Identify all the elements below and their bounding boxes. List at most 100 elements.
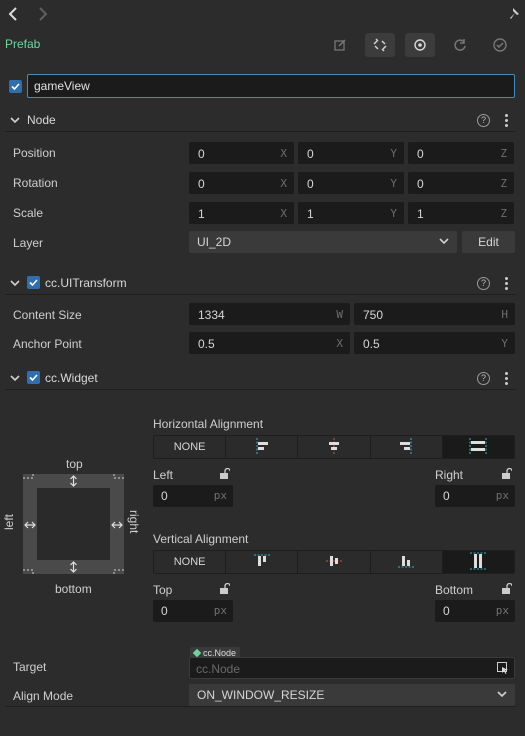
vertical-alignment-control[interactable]: NONE [153,550,515,574]
scale-x-field[interactable]: 1X [189,202,294,224]
rotation-y-field[interactable]: 0Y [298,172,404,194]
anchor-x-field[interactable]: 0.5 X [189,332,350,354]
scale-y-field[interactable]: 1Y [298,202,404,224]
chevron-down-icon [497,690,507,698]
horizontal-alignment-label: Horizontal Alignment [153,417,264,431]
v-align-none-button[interactable]: NONE [154,551,227,573]
scale-z-field[interactable]: 1Z [408,202,514,224]
revert-icon [453,38,467,52]
prefab-edit-button[interactable] [325,33,355,57]
layer-label: Layer [13,236,44,250]
diagram-right-label: right [127,510,141,534]
v-align-bottom-button[interactable] [370,551,443,573]
target-node-field[interactable]: cc.Node [189,657,515,679]
vertical-alignment-label: Vertical Alignment [153,532,249,546]
help-icon[interactable]: ? [477,371,490,385]
stretch-horizontal-icon [469,437,487,457]
rotation-label: Rotation [13,176,58,190]
h-align-left-button[interactable] [226,436,299,458]
node-type-icon [192,648,202,658]
right-offset-field[interactable]: 0 px [435,485,515,507]
rotation-z-field[interactable]: 0Z [408,172,514,194]
position-z-field[interactable]: 0Z [408,142,514,164]
widget-alignment-diagram[interactable] [23,474,124,574]
h-align-right-button[interactable] [370,436,443,458]
prefab-locate-button[interactable] [405,33,435,57]
align-top-icon [253,554,270,571]
top-label: Top [153,583,173,597]
align-right-icon [399,437,413,457]
right-label: Right [435,468,464,482]
content-size-height-field[interactable]: 750 H [354,303,515,325]
unlink-icon [372,37,388,53]
left-label: Left [153,468,174,482]
chevron-down-icon [439,237,449,245]
align-left-icon [255,437,269,457]
more-options-icon[interactable] [504,371,508,385]
position-label: Position [13,146,56,160]
uitransform-enabled-checkbox[interactable] [27,276,40,289]
anchor-point-label: Anchor Point [13,337,82,351]
target-label: Target [13,660,47,674]
apply-icon [492,37,508,53]
locate-icon [412,37,428,53]
prefab-unlink-button[interactable] [365,33,395,57]
edit-icon [333,38,347,52]
chevron-down-icon [7,116,23,124]
node-name-input[interactable]: gameView [27,74,515,98]
chevron-left-icon[interactable] [6,4,20,24]
unlock-icon[interactable] [501,583,512,595]
help-icon[interactable]: ? [477,276,490,290]
scale-label: Scale [13,206,44,220]
target-placeholder: cc.Node [196,662,241,676]
position-y-field[interactable]: 0Y [298,142,404,164]
widget-section-header[interactable]: cc.Widget ? [5,366,516,390]
align-mode-label: Align Mode [13,689,74,703]
prefab-revert-button[interactable] [445,33,475,57]
left-offset-field[interactable]: 0 px [153,485,233,507]
align-mode-select[interactable]: ON_WINDOW_RESIZE [189,684,515,706]
node-section-header[interactable]: Node ? [5,108,516,132]
layer-edit-button[interactable]: Edit [462,231,515,253]
rotation-x-field[interactable]: 0X [189,172,294,194]
node-section-title: Node [27,112,56,127]
stretch-vertical-icon [470,552,487,573]
v-align-stretch-button[interactable] [442,551,514,573]
more-options-icon[interactable] [504,113,508,127]
bottom-offset-field[interactable]: 0 px [435,600,515,622]
content-size-width-field[interactable]: 1334 W [189,303,350,325]
unlock-icon[interactable] [219,583,230,595]
v-align-center-button[interactable] [298,551,371,573]
chevron-right-icon[interactable] [36,4,50,24]
h-align-center-button[interactable] [298,436,371,458]
unlock-icon[interactable] [219,468,230,480]
align-bottom-icon [398,554,415,571]
help-icon[interactable]: ? [477,113,490,127]
v-align-top-button[interactable] [226,551,299,573]
top-offset-field[interactable]: 0 px [153,600,233,622]
chevron-down-icon [7,279,23,287]
h-align-none-button[interactable]: NONE [154,436,227,458]
content-size-label: Content Size [13,308,82,322]
more-options-icon[interactable] [504,276,508,290]
diagram-left-label: left [2,513,16,530]
widget-section-title: cc.Widget [45,370,98,385]
horizontal-alignment-control[interactable]: NONE [153,435,515,459]
align-h-center-icon [327,437,341,457]
pin-icon[interactable] [508,6,522,22]
position-x-field[interactable]: 0X [189,142,294,164]
node-name-value: gameView [34,79,90,93]
h-align-stretch-button[interactable] [442,436,514,458]
widget-enabled-checkbox[interactable] [27,371,40,384]
node-active-checkbox[interactable] [9,80,22,93]
chevron-down-icon [7,374,23,382]
anchor-y-field[interactable]: 0.5 Y [354,332,515,354]
uitransform-section-title: cc.UITransform [45,275,127,290]
uitransform-section-header[interactable]: cc.UITransform ? [5,271,516,295]
pick-node-icon[interactable] [497,662,509,674]
layer-select[interactable]: UI_2D [189,231,457,253]
bottom-label: Bottom [435,583,474,597]
unlock-icon[interactable] [501,468,512,480]
prefab-apply-button[interactable] [485,33,515,57]
align-v-center-icon [326,554,342,571]
